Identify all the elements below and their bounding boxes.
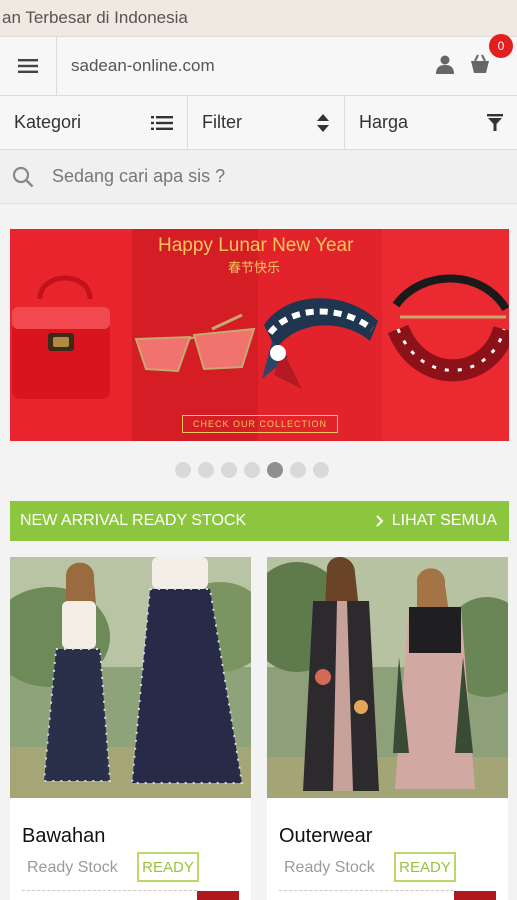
site-domain[interactable]: sadean-online.com bbox=[57, 56, 435, 76]
product-card[interactable]: Outerwear Ready Stock READY bbox=[267, 557, 508, 900]
product-photo-bawahan bbox=[10, 557, 251, 798]
stock-status: Ready Stock bbox=[27, 859, 118, 876]
harga-label: Harga bbox=[359, 112, 409, 132]
carousel-dot[interactable] bbox=[197, 462, 214, 478]
harga-button[interactable]: Harga bbox=[345, 96, 517, 149]
list-icon bbox=[151, 115, 173, 130]
sort-icon bbox=[317, 113, 329, 132]
filter-button[interactable]: Filter bbox=[188, 96, 345, 149]
user-icon bbox=[436, 55, 454, 74]
ready-badge: READY bbox=[394, 852, 456, 882]
carousel-dot[interactable] bbox=[312, 462, 329, 478]
product-photo[interactable] bbox=[267, 557, 508, 798]
card-accent-bar bbox=[197, 891, 239, 900]
kategori-button[interactable]: Kategori bbox=[0, 96, 188, 149]
cart-icon bbox=[471, 54, 489, 73]
handbag-image bbox=[12, 275, 110, 399]
funnel-icon bbox=[487, 113, 503, 131]
carousel-dots bbox=[0, 462, 517, 478]
necklace-image bbox=[387, 274, 509, 382]
product-photo-outerwear bbox=[267, 557, 508, 798]
chevron-right-icon bbox=[376, 515, 384, 527]
new-arrival-section-bar: NEW ARRIVAL READY STOCK LIHAT SEMUA bbox=[10, 501, 509, 541]
product-card[interactable]: Bawahan Ready Stock READY bbox=[10, 557, 251, 900]
carousel-dot[interactable] bbox=[174, 462, 191, 478]
marquee-banner: an Terbesar di Indonesia bbox=[0, 0, 517, 36]
menu-button[interactable] bbox=[0, 37, 57, 95]
search-icon bbox=[12, 166, 34, 187]
hamburger-icon bbox=[18, 59, 38, 73]
filter-bar: Kategori Filter Harga bbox=[0, 96, 517, 150]
carousel-dot[interactable] bbox=[243, 462, 260, 478]
account-button[interactable] bbox=[435, 54, 455, 79]
card-divider bbox=[279, 890, 454, 891]
search-input[interactable] bbox=[52, 166, 472, 187]
filter-label: Filter bbox=[202, 112, 242, 132]
check-collection-button[interactable]: CHECK OUR COLLECTION bbox=[182, 415, 338, 433]
card-accent-bar bbox=[454, 891, 496, 900]
product-photo[interactable] bbox=[10, 557, 251, 798]
search-bar bbox=[0, 150, 517, 204]
banner-panel-4 bbox=[382, 229, 509, 441]
cart-count-badge: 0 bbox=[489, 33, 513, 58]
promo-banner[interactable]: Happy Lunar New Year 春节快乐 CHECK OUR COLL… bbox=[10, 229, 509, 441]
banner-subtitle: 春节快乐 bbox=[228, 260, 281, 275]
see-all-link[interactable]: LIHAT SEMUA bbox=[376, 512, 497, 530]
stock-status: Ready Stock bbox=[284, 859, 375, 876]
see-all-label: LIHAT SEMUA bbox=[391, 512, 497, 529]
banner-title: Happy Lunar New Year bbox=[158, 235, 354, 256]
cart-button[interactable]: 0 bbox=[469, 33, 513, 79]
banner-panel-1 bbox=[10, 229, 132, 441]
carousel-dot[interactable] bbox=[289, 462, 306, 478]
ready-badge: READY bbox=[137, 852, 199, 882]
marquee-text: an Terbesar di Indonesia bbox=[2, 8, 188, 27]
card-divider bbox=[22, 890, 197, 891]
product-name: Bawahan bbox=[22, 825, 106, 847]
carousel-dot[interactable] bbox=[266, 462, 283, 478]
kategori-label: Kategori bbox=[14, 112, 82, 132]
product-name: Outerwear bbox=[279, 825, 373, 847]
section-title: NEW ARRIVAL READY STOCK bbox=[20, 512, 247, 529]
top-bar: sadean-online.com 0 bbox=[0, 33, 517, 96]
carousel-dot[interactable] bbox=[220, 462, 237, 478]
